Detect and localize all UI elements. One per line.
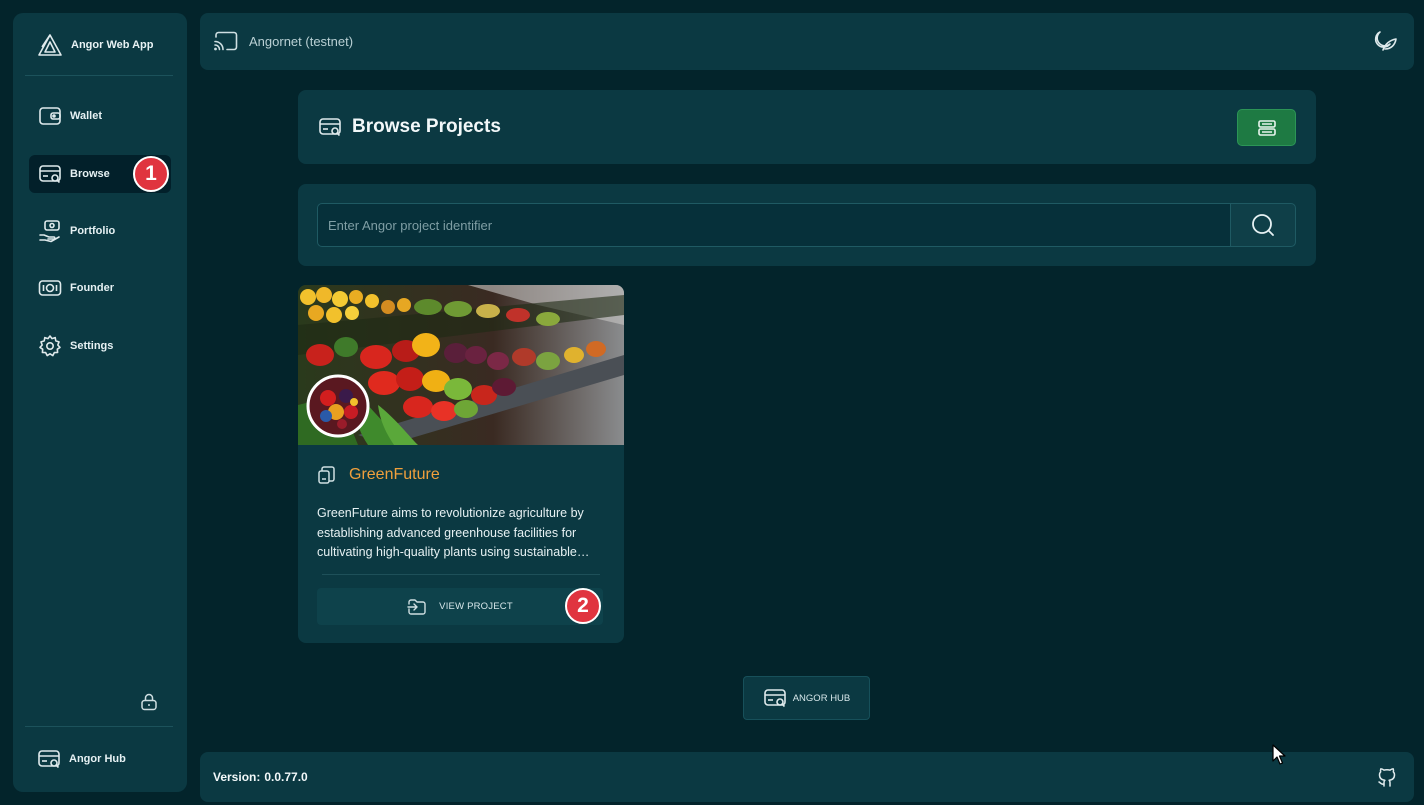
- search-button[interactable]: [1230, 203, 1296, 247]
- mouse-cursor-icon: [1272, 744, 1286, 766]
- lock-icon[interactable]: [139, 692, 159, 712]
- divider: [322, 574, 600, 575]
- project-avatar: [306, 374, 370, 438]
- sidebar-hub-label: Angor Hub: [69, 753, 126, 765]
- angor-hub-label: ANGOR HUB: [792, 692, 851, 704]
- angor-logo-icon: [37, 33, 63, 57]
- project-name[interactable]: GreenFuture: [349, 466, 440, 484]
- version-label: Version:: [213, 770, 261, 784]
- annotation-badge-2: 2: [565, 588, 601, 624]
- divider: [25, 75, 173, 76]
- divider: [25, 726, 173, 727]
- document-icon: [317, 465, 337, 485]
- page-header: Browse Projects: [298, 90, 1316, 164]
- brand[interactable]: Angor Web App: [37, 33, 154, 57]
- github-icon[interactable]: [1376, 766, 1398, 788]
- sidebar-item-founder[interactable]: Founder: [29, 269, 171, 307]
- sidebar-item-wallet[interactable]: Wallet: [29, 97, 171, 135]
- browse-icon: [37, 748, 61, 770]
- sidebar-item-settings[interactable]: Settings: [29, 327, 171, 365]
- view-project-label: VIEW PROJECT: [439, 601, 513, 612]
- folder-open-icon: [407, 598, 427, 616]
- angor-hub-button[interactable]: ANGOR HUB: [743, 676, 870, 720]
- sidebar-item-label: Founder: [70, 282, 114, 294]
- cast-icon: [213, 30, 239, 52]
- sidebar-item-portfolio[interactable]: Portfolio: [29, 212, 171, 250]
- version-number: 0.0.77.0: [264, 770, 308, 784]
- project-header: GreenFuture: [317, 465, 440, 485]
- founder-icon: [38, 277, 62, 299]
- page-title-group: Browse Projects: [318, 116, 501, 138]
- top-bar: Angornet (testnet): [200, 13, 1414, 70]
- wallet-icon: [38, 105, 62, 127]
- sidebar-item-label: Browse: [70, 168, 110, 180]
- sidebar-item-label: Portfolio: [70, 225, 116, 237]
- gear-icon: [38, 334, 62, 358]
- sidebar-item-label: Settings: [70, 340, 114, 352]
- project-description: GreenFuture aims to revolutionize agricu…: [317, 506, 584, 559]
- annotation-badge-1: 1: [133, 156, 169, 192]
- app-name: Angor Web App: [71, 39, 154, 51]
- view-project-button[interactable]: VIEW PROJECT: [317, 588, 603, 625]
- theme-toggle-icon[interactable]: [1372, 28, 1398, 54]
- view-toggle-button[interactable]: [1237, 109, 1296, 146]
- sidebar-item-label: Wallet: [70, 110, 102, 122]
- network-name: Angornet (testnet): [249, 33, 354, 49]
- portfolio-icon: [38, 219, 62, 243]
- sidebar: Angor Web App Wallet Browse Portfolio Fo…: [13, 13, 187, 792]
- footer: Version: 0.0.77.0: [200, 752, 1414, 802]
- browse-icon: [38, 163, 62, 185]
- search-panel: [298, 184, 1316, 266]
- page-title: Browse Projects: [352, 116, 501, 137]
- network-indicator: Angornet (testnet): [213, 30, 353, 52]
- search-icon: [1250, 212, 1276, 238]
- search-input[interactable]: [317, 203, 1231, 247]
- browse-icon: [318, 116, 342, 138]
- version-info: Version: 0.0.77.0: [213, 770, 308, 784]
- list-view-icon: [1257, 119, 1277, 137]
- browse-icon: [763, 687, 787, 709]
- sidebar-angor-hub-link[interactable]: Angor Hub: [37, 748, 126, 770]
